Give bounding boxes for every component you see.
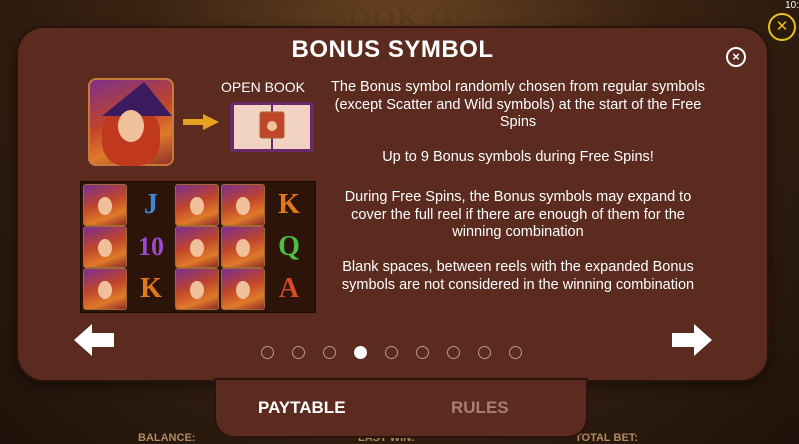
symbol-j: J bbox=[144, 189, 158, 220]
description-paragraph-3: During Free Spins, the Bonus symbols may… bbox=[344, 189, 692, 240]
witch-symbol bbox=[175, 268, 219, 310]
symbol-10: 10 bbox=[138, 232, 164, 261]
witch-symbol bbox=[221, 226, 265, 268]
page-dot[interactable] bbox=[385, 346, 398, 359]
page-dot[interactable] bbox=[292, 346, 305, 359]
description-paragraph-1: The Bonus symbol randomly chosen from re… bbox=[331, 79, 705, 130]
witch-symbol bbox=[83, 226, 127, 268]
page-dot[interactable] bbox=[478, 346, 491, 359]
witch-symbol bbox=[83, 268, 127, 310]
description-paragraph-2: Up to 9 Bonus symbols during Free Spins! bbox=[382, 149, 654, 165]
symbol-q: Q bbox=[278, 231, 300, 262]
page-dot[interactable] bbox=[323, 346, 336, 359]
arrow-right-nav-icon[interactable] bbox=[672, 324, 712, 356]
symbol-k: K bbox=[140, 273, 162, 304]
arrow-left-icon[interactable] bbox=[74, 324, 114, 356]
page-dot[interactable] bbox=[509, 346, 522, 359]
symbol-k: K bbox=[278, 189, 300, 220]
witch-symbol bbox=[175, 184, 219, 226]
tab-rules[interactable]: RULES bbox=[451, 398, 509, 418]
page-dot[interactable] bbox=[447, 346, 460, 359]
witch-symbol-image bbox=[88, 78, 174, 166]
arrow-right-icon bbox=[183, 114, 219, 130]
symbol-a: A bbox=[278, 273, 300, 304]
open-book-label: OPEN BOOK bbox=[221, 79, 306, 95]
page-dot[interactable] bbox=[261, 346, 274, 359]
reels-example-grid: J 10 K K Q A bbox=[80, 181, 316, 313]
page-dot[interactable] bbox=[354, 346, 367, 359]
witch-symbol bbox=[221, 184, 265, 226]
close-icon[interactable]: × bbox=[726, 47, 746, 67]
page-title: BONUS SYMBOL bbox=[291, 36, 494, 63]
balance-label: BALANCE: bbox=[138, 432, 196, 444]
paytable-modal: BONUS SYMBOL × OPEN BOOK J 10 K K Q A Th… bbox=[18, 28, 767, 380]
open-book-image bbox=[230, 102, 314, 152]
witch-symbol bbox=[83, 184, 127, 226]
clock: 10: bbox=[785, 0, 799, 11]
witch-symbol bbox=[175, 226, 219, 268]
bottom-tabs: PAYTABLE RULES bbox=[216, 380, 586, 436]
witch-symbol bbox=[221, 268, 265, 310]
total-bet-label: TOTAL BET: bbox=[575, 432, 638, 444]
close-game-icon[interactable]: ✕ bbox=[768, 13, 796, 41]
description-paragraph-4: Blank spaces, between reels with the exp… bbox=[341, 259, 695, 293]
tab-paytable[interactable]: PAYTABLE bbox=[258, 398, 346, 418]
page-dot[interactable] bbox=[416, 346, 429, 359]
